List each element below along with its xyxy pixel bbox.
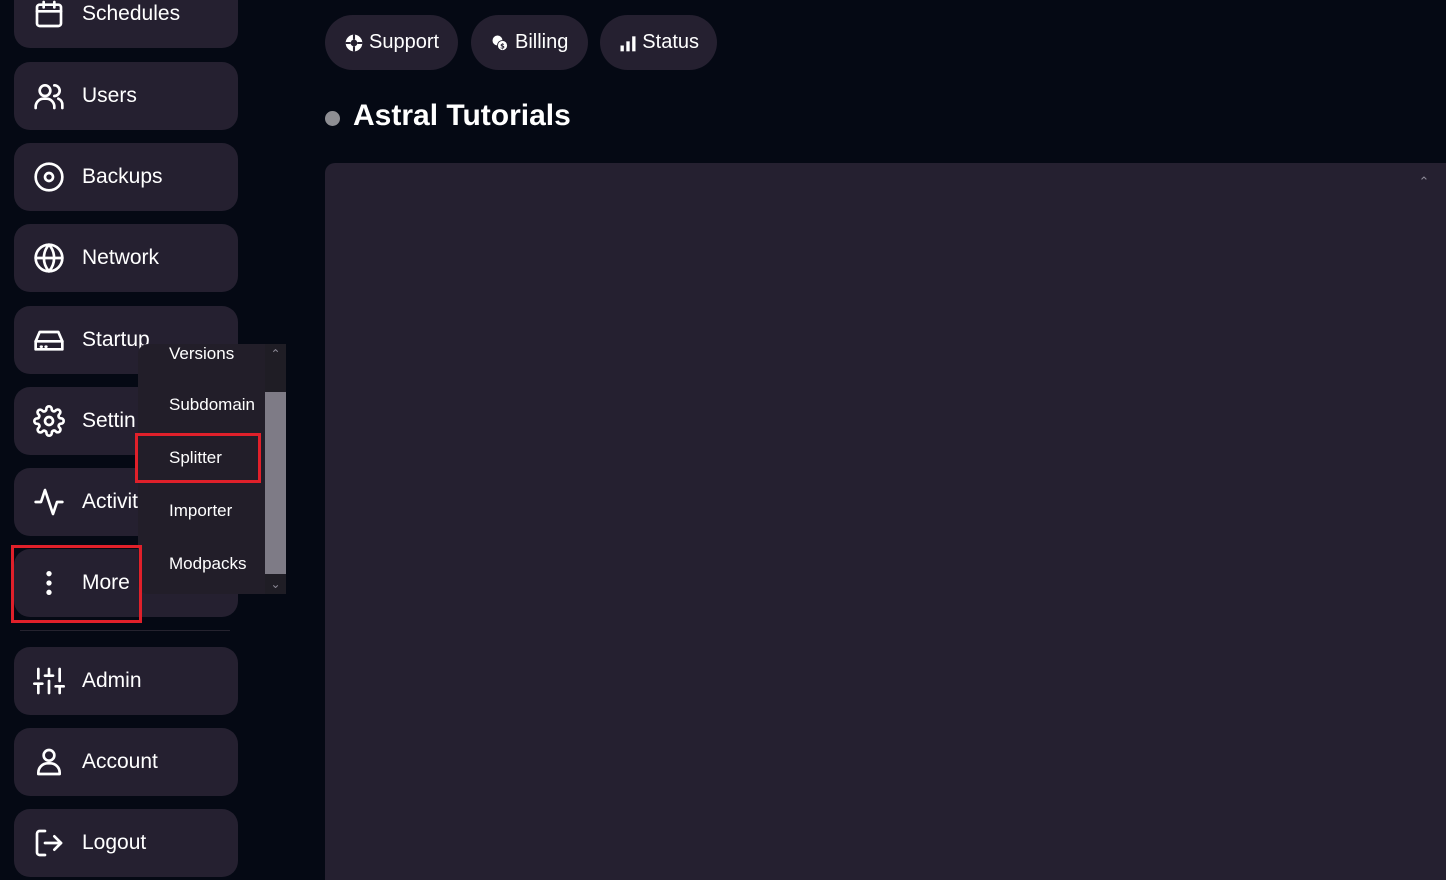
backup-disc-icon [32,160,66,194]
sidebar-item-account[interactable]: Account [14,728,238,796]
sidebar-item-network[interactable]: Network [14,224,238,292]
billing-button[interactable]: $ Billing [471,15,588,70]
sidebar-item-label: Network [82,246,160,269]
status-dot [325,111,340,126]
panel-scroll-up-icon[interactable]: ⌃ [1414,172,1434,192]
status-label: Status [642,31,699,53]
dropdown-item-modpacks[interactable]: Modpacks [169,554,246,574]
support-button[interactable]: Support [325,15,458,70]
coins-icon: $ [489,32,511,54]
dropdown-scrollbar-thumb[interactable] [265,392,286,574]
sidebar-item-label: Admin [82,669,142,692]
dropdown-item-importer[interactable]: Importer [169,501,232,521]
sidebar-item-label: Users [82,84,137,107]
user-icon [32,745,66,779]
content-panel [325,163,1446,880]
dropdown-item-splitter[interactable]: Splitter [169,448,222,468]
support-label: Support [369,31,440,53]
page-title: Astral Tutorials [353,99,571,132]
activity-icon [32,485,66,519]
calendar-icon [32,0,66,31]
lifebuoy-icon [343,32,365,54]
scroll-down-arrow-icon[interactable]: ⌄ [265,574,286,594]
sidebar-item-users[interactable]: Users [14,62,238,130]
signal-bars-icon [618,32,638,54]
dropdown-item-subdomain[interactable]: Subdomain [169,395,255,415]
status-button[interactable]: Status [600,15,717,70]
sidebar-item-label: Schedules [82,2,181,25]
users-icon [32,79,66,113]
sidebar-item-admin[interactable]: Admin [14,647,238,715]
billing-label: Billing [515,31,569,53]
scroll-up-arrow-icon[interactable]: ⌃ [265,344,286,364]
dropdown-item-versions[interactable]: Versions [169,344,234,364]
sidebar-item-label: Settin [82,409,136,432]
more-dropdown-menu: Versions Subdomain Splitter Importer Mod… [138,344,286,594]
sidebar-item-label: Activit [82,490,139,513]
sidebar-item-logout[interactable]: Logout [14,809,238,877]
sidebar-item-label: Backups [82,165,163,188]
sidebar-item-backups[interactable]: Backups [14,143,238,211]
logout-icon [32,826,66,860]
sidebar-item-label: More [82,571,130,594]
sidebar-divider [20,630,230,631]
svg-text:$: $ [500,42,505,50]
globe-icon [32,241,66,275]
sidebar-item-schedules[interactable]: Schedules [14,0,238,48]
hard-drive-icon [32,323,66,357]
sliders-icon [32,664,66,698]
more-vertical-icon [32,566,66,600]
gear-icon [32,404,66,438]
sidebar-item-label: Logout [82,831,147,854]
sidebar-item-label: Account [82,750,158,773]
